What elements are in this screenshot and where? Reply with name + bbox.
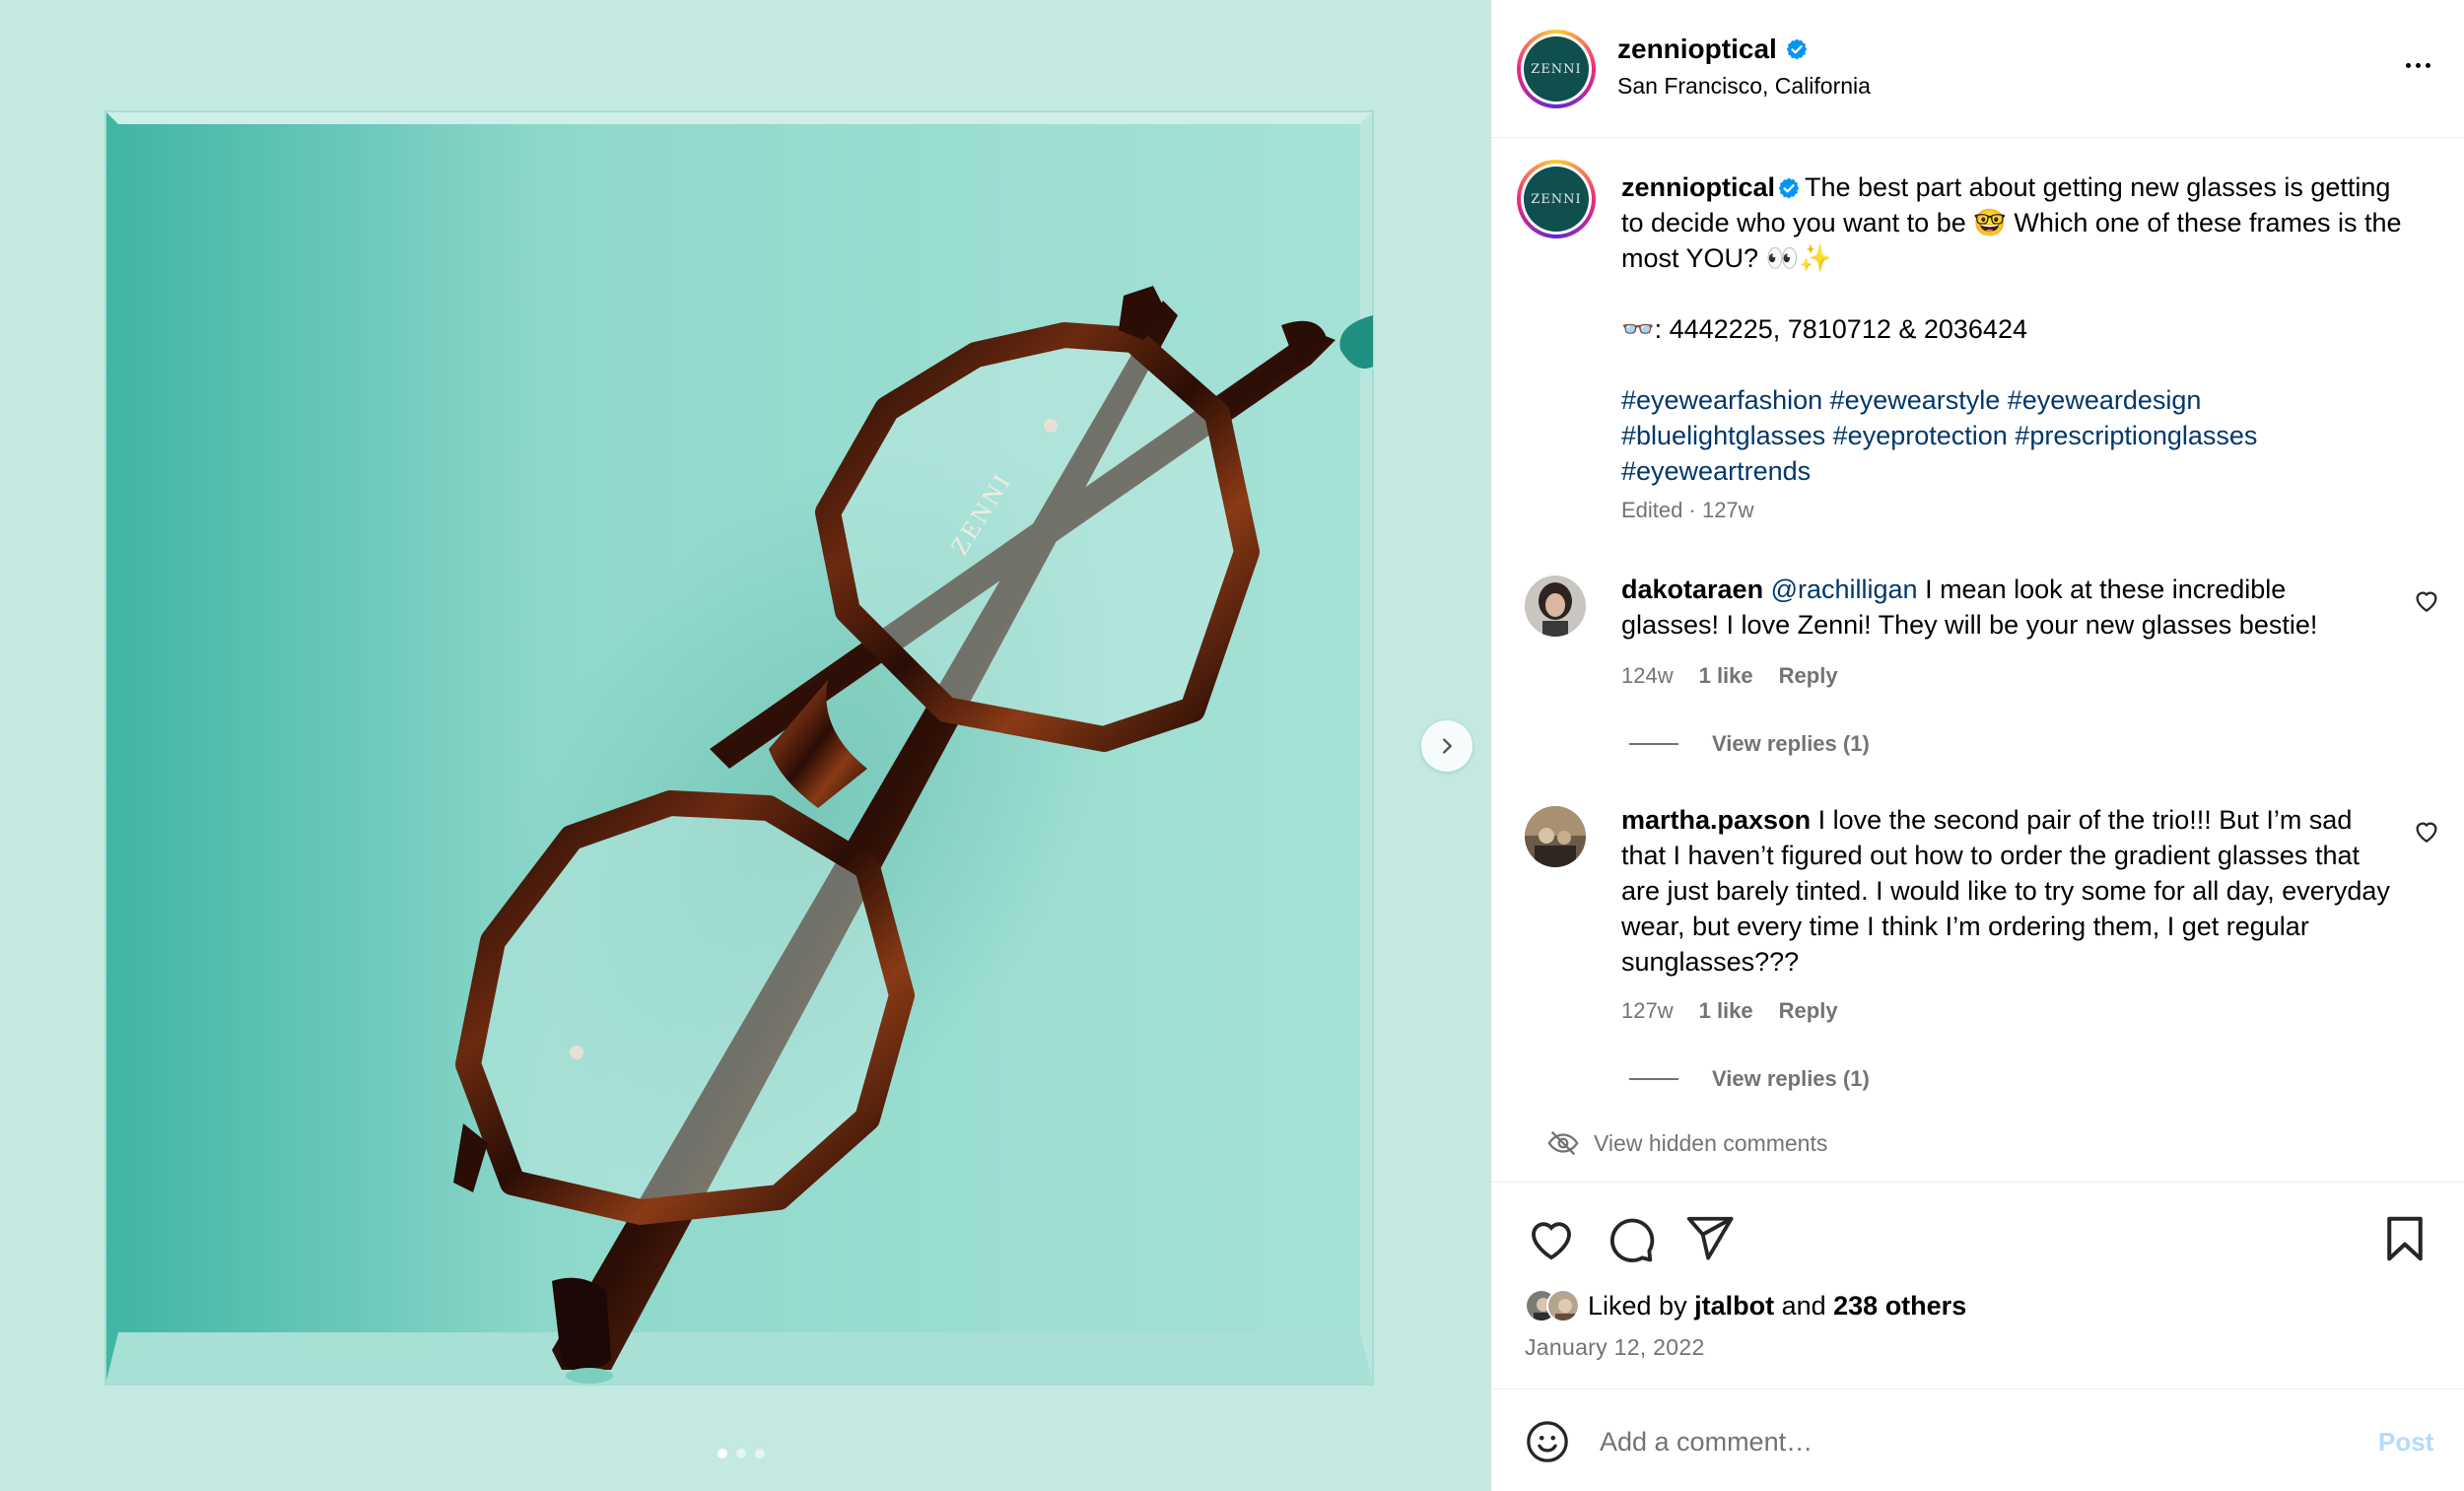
hashtag-link[interactable]: #bluelightglasses	[1621, 421, 1825, 450]
comment-text: martha.paxson I love the second pair of …	[1621, 802, 2390, 980]
comment-input[interactable]	[1600, 1417, 2329, 1466]
eyeglasses-photo: ZENNI	[0, 0, 1490, 1491]
add-comment-bar: Post	[1491, 1389, 2464, 1491]
liker-username[interactable]: jtalbot	[1694, 1291, 1774, 1321]
post-actions: Liked by jtalbot and 238 others January …	[1491, 1182, 2464, 1390]
view-replies-button[interactable]: View replies (1)	[1629, 731, 1870, 757]
comment-likes[interactable]: 1 like	[1699, 998, 1753, 1024]
view-replies-button[interactable]: View replies (1)	[1629, 1066, 1870, 1092]
comment-age[interactable]: 127w	[1621, 998, 1674, 1024]
emoji-icon[interactable]	[1525, 1419, 1570, 1464]
reply-button[interactable]: Reply	[1779, 998, 1838, 1024]
carousel-dot	[718, 1449, 727, 1458]
divider-line	[1629, 743, 1678, 745]
commenter-avatar[interactable]	[1525, 806, 1586, 867]
post-header: ZENNI zennioptical San Francisco, Califo…	[1491, 0, 2464, 138]
bookmark-icon[interactable]	[2378, 1212, 2431, 1265]
likes-middle: and	[1774, 1290, 1834, 1321]
verified-badge-icon	[1786, 38, 1807, 60]
caption-username[interactable]: zennioptical	[1621, 172, 1775, 202]
verified-badge-icon	[1778, 177, 1800, 199]
comment-username[interactable]: dakotaraen	[1621, 575, 1763, 604]
caption-age[interactable]: 127w	[1702, 498, 1754, 522]
carousel-dot	[755, 1449, 765, 1458]
hashtag-link[interactable]: #eyewearfashion	[1621, 385, 1822, 415]
hashtag-link[interactable]: #eyeweartrends	[1621, 456, 1811, 486]
share-icon[interactable]	[1682, 1212, 1736, 1265]
commenter-avatar[interactable]	[1525, 576, 1586, 637]
comment-text: dakotaraen @rachilligan I mean look at t…	[1621, 572, 2390, 643]
hashtag-link[interactable]: #eyeweardesign	[2008, 385, 2202, 415]
more-options-icon[interactable]	[2396, 53, 2439, 77]
comment-username[interactable]: martha.paxson	[1621, 805, 1811, 835]
view-hidden-comments-button[interactable]: View hidden comments	[1546, 1126, 1827, 1160]
comment-icon[interactable]	[1604, 1212, 1657, 1265]
heart-icon[interactable]	[2412, 816, 2441, 846]
post-comment-button[interactable]: Post	[2378, 1427, 2433, 1457]
divider-line	[1629, 1078, 1678, 1080]
likes-text: Liked by jtalbot and 238 others	[1588, 1291, 1966, 1322]
header-username[interactable]: zennioptical	[1617, 34, 1777, 65]
caption-hashtags: #eyewearfashion #eyewearstyle #eyewearde…	[1621, 382, 2410, 489]
post-date[interactable]: January 12, 2022	[1525, 1334, 1705, 1361]
likes-prefix: Liked by	[1588, 1290, 1695, 1321]
comment-mention[interactable]: @rachilligan	[1771, 575, 1918, 604]
edited-label: Edited	[1621, 498, 1683, 522]
liker-avatar[interactable]	[1546, 1289, 1580, 1322]
caption-frame-numbers: 👓: 4442225, 7810712 & 2036424	[1621, 314, 2027, 344]
comment-meta: 127w 1 like Reply	[1621, 998, 1838, 1024]
view-replies-label: View replies (1)	[1712, 731, 1870, 756]
eye-off-icon	[1547, 1130, 1579, 1156]
likes-others-link[interactable]: 238 others	[1833, 1291, 1966, 1321]
post-details-panel: ZENNI zennioptical San Francisco, Califo…	[1490, 0, 2464, 1491]
post-location[interactable]: San Francisco, California	[1617, 73, 1871, 100]
avatar-logo-text: ZENNI	[1524, 36, 1589, 102]
comment-meta: 124w 1 like Reply	[1621, 663, 1838, 689]
comment-age[interactable]: 124w	[1621, 663, 1674, 689]
caption-avatar[interactable]: ZENNI	[1517, 160, 1596, 238]
caption-meta: Edited · 127w	[1621, 498, 1754, 523]
comment-likes[interactable]: 1 like	[1699, 663, 1753, 689]
hashtag-link[interactable]: #eyeprotection	[1833, 421, 2008, 450]
carousel-indicator	[718, 1449, 765, 1458]
hashtag-link[interactable]: #prescriptionglasses	[2015, 421, 2257, 450]
avatar-logo-text: ZENNI	[1524, 167, 1589, 232]
meta-separator: ·	[1682, 498, 1702, 522]
reply-button[interactable]: Reply	[1779, 663, 1838, 689]
profile-avatar[interactable]: ZENNI	[1517, 30, 1596, 108]
post-media: ZENNI	[0, 0, 1490, 1491]
caption-text: zennioptical The best part about getting…	[1621, 169, 2410, 489]
view-replies-label: View replies (1)	[1712, 1066, 1870, 1091]
carousel-dot	[736, 1449, 746, 1458]
likes-summary: Liked by jtalbot and 238 others	[1525, 1289, 1966, 1322]
heart-icon[interactable]	[2412, 585, 2441, 615]
carousel-next-button[interactable]	[1421, 720, 1472, 772]
hidden-comments-label: View hidden comments	[1594, 1129, 1828, 1156]
heart-icon[interactable]	[1525, 1212, 1578, 1265]
hashtag-link[interactable]: #eyewearstyle	[1830, 385, 2001, 415]
chevron-right-icon	[1443, 738, 1452, 754]
